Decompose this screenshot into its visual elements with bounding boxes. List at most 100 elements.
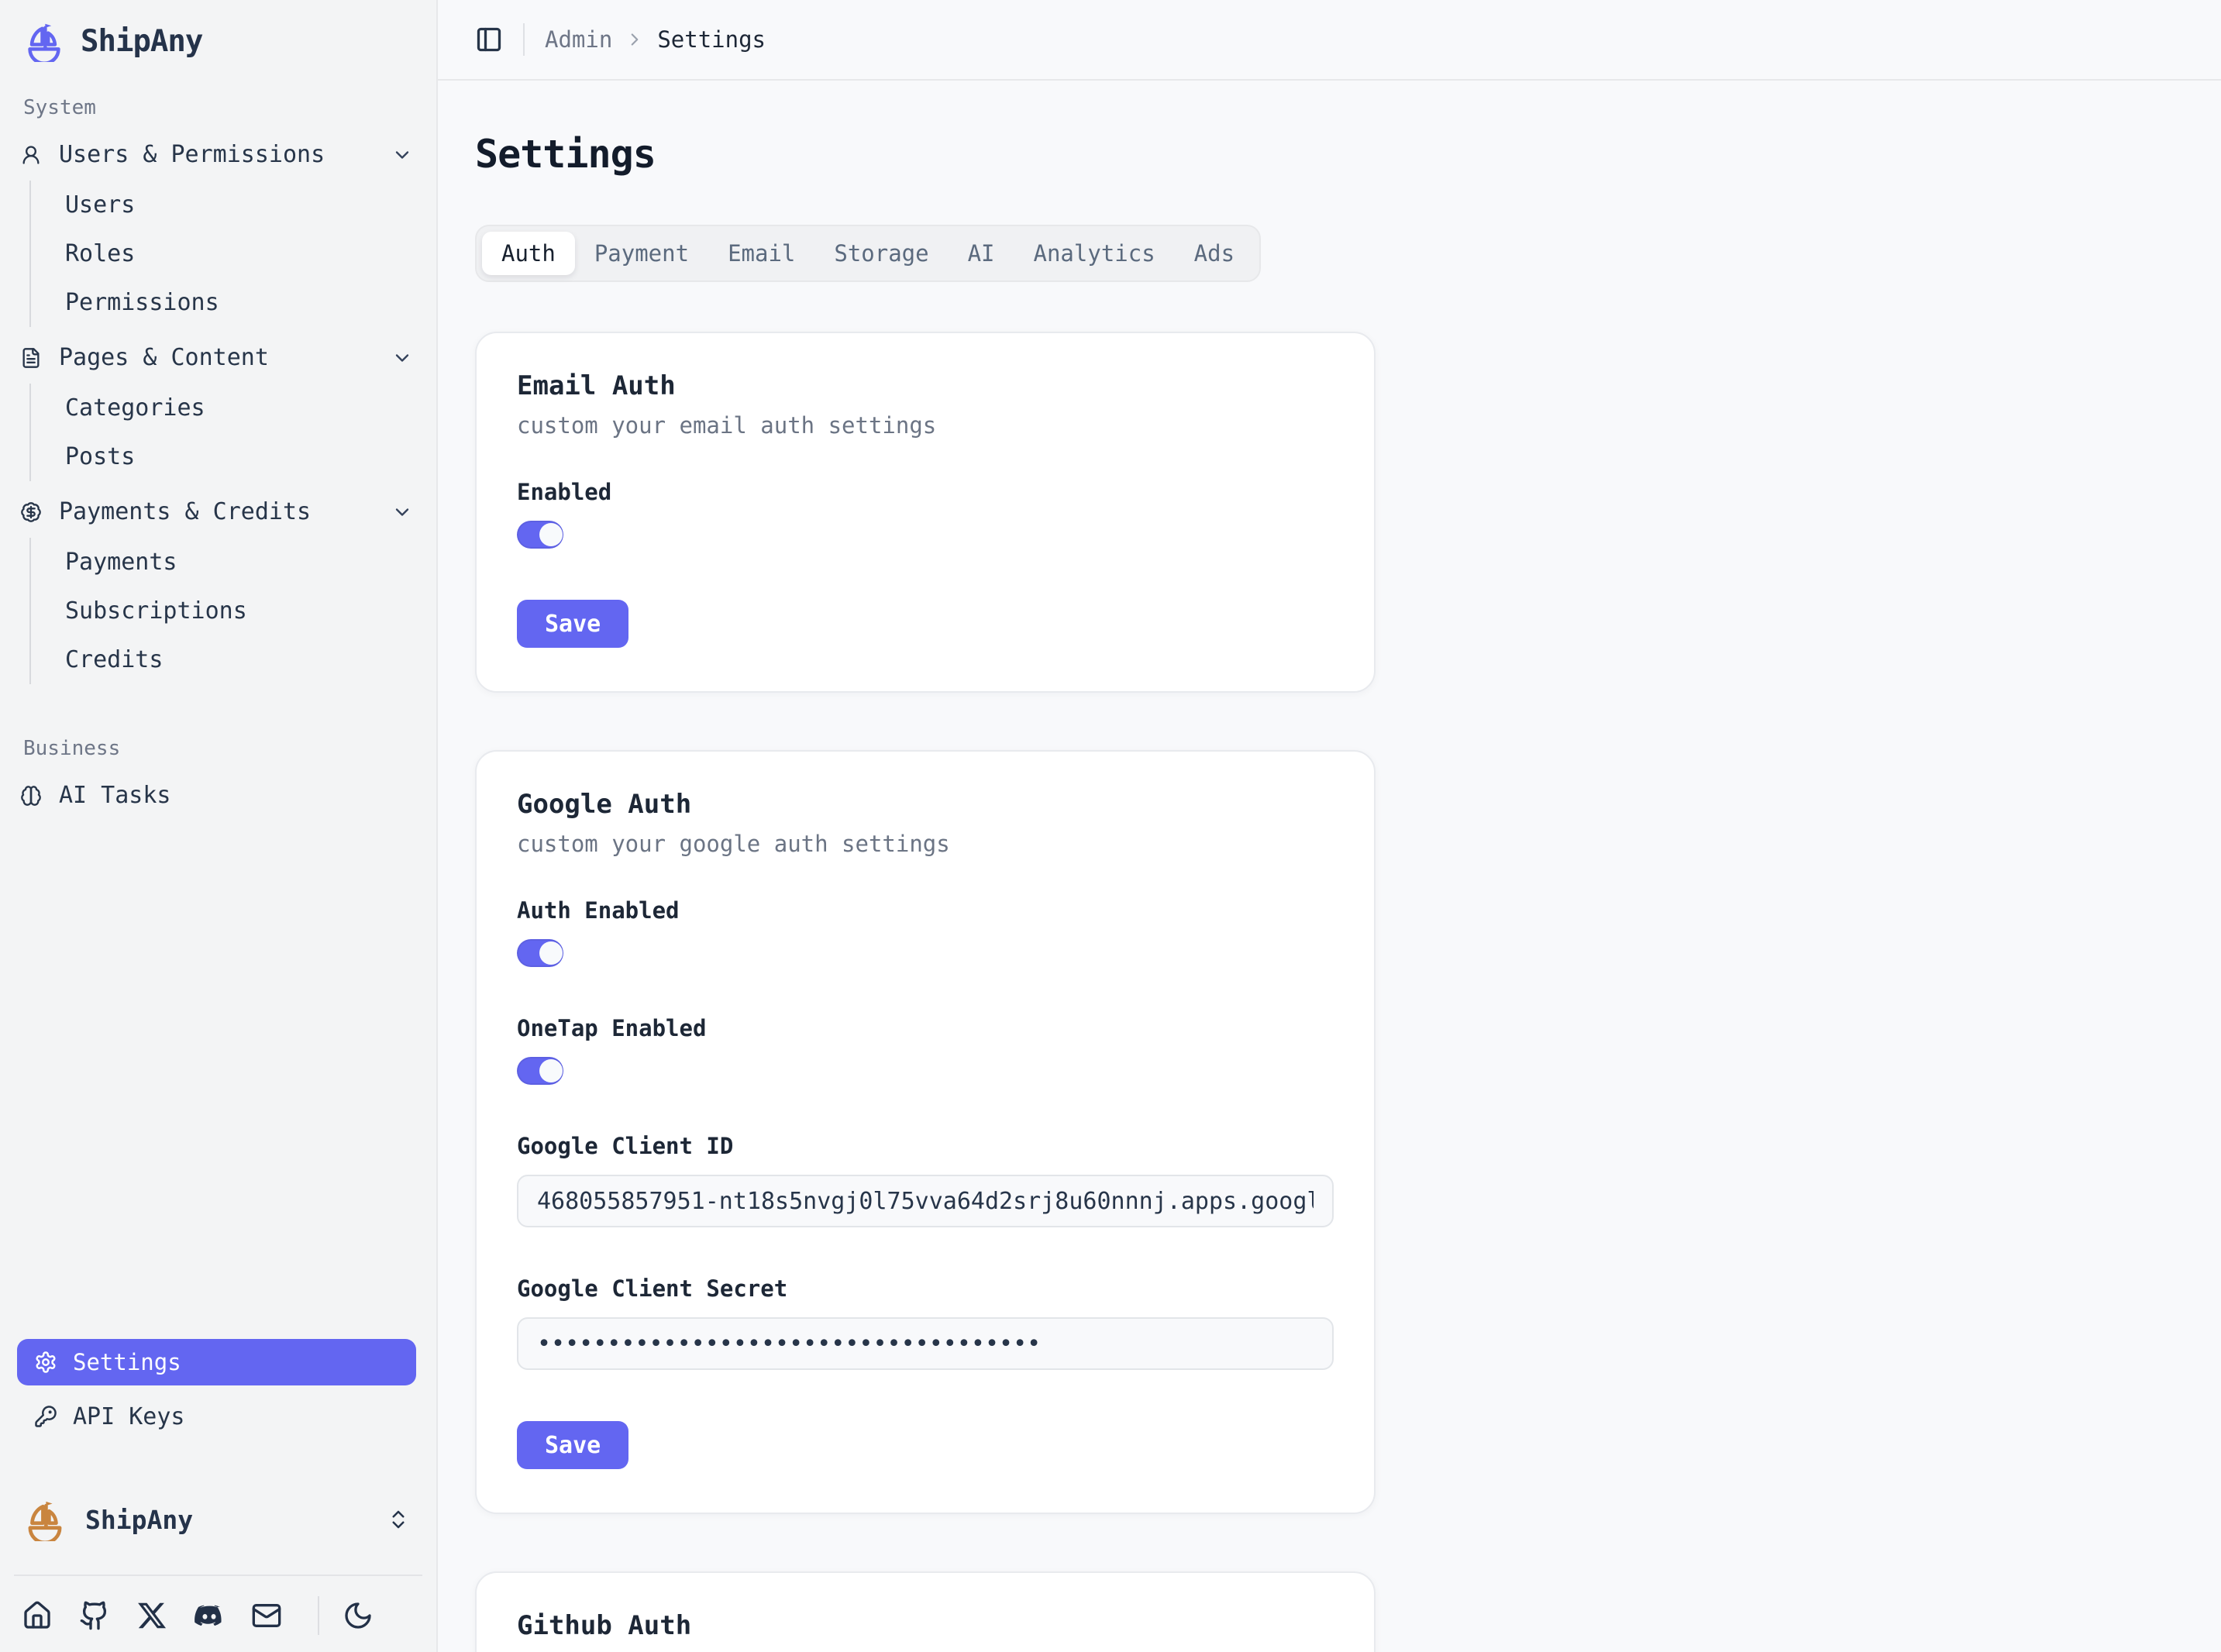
google-onetap-enabled-field: OneTap Enabled <box>517 1015 1334 1085</box>
content: Settings Auth Payment Email Storage AI A… <box>438 81 2221 1652</box>
chevrons-up-down-icon <box>387 1508 410 1531</box>
sidebar-item-label: Settings <box>73 1349 181 1375</box>
google-client-id-field: Google Client ID <box>517 1133 1334 1227</box>
breadcrumb: Admin Settings <box>545 26 766 53</box>
tab-email[interactable]: Email <box>708 232 814 275</box>
chevron-down-icon <box>391 144 413 166</box>
discord-link[interactable] <box>194 1600 225 1631</box>
tab-auth[interactable]: Auth <box>482 232 575 275</box>
google-onetap-toggle[interactable] <box>517 1057 563 1085</box>
footer-divider <box>318 1596 319 1635</box>
home-icon <box>22 1600 53 1631</box>
google-client-secret-field: Google Client Secret <box>517 1275 1334 1370</box>
sidebar-item-credits[interactable]: Credits <box>65 635 416 684</box>
mail-icon <box>251 1600 282 1631</box>
badge-dollar-icon <box>20 501 42 523</box>
sidebar-item-categories[interactable]: Categories <box>65 384 416 432</box>
github-icon <box>79 1600 110 1631</box>
team-sailboat-icon <box>23 1498 67 1541</box>
email-enabled-toggle[interactable] <box>517 521 563 549</box>
moon-icon <box>343 1600 374 1631</box>
sidebar-item-permissions[interactable]: Permissions <box>65 278 416 327</box>
card-title: Github Auth <box>517 1610 1334 1641</box>
toggle-knob <box>539 523 563 546</box>
gear-icon <box>34 1351 57 1374</box>
field-label: Auth Enabled <box>517 897 1334 924</box>
sidebar-group-label: Payments & Credits <box>59 498 311 525</box>
main-area: Admin Settings Settings Auth Payment Ema… <box>438 0 2221 1652</box>
tab-ai[interactable]: AI <box>949 232 1014 275</box>
github-auth-card: Github Auth custom your github auth sett… <box>475 1571 1376 1652</box>
sidebar-group-label: Users & Permissions <box>59 141 325 168</box>
key-icon <box>34 1405 57 1428</box>
subnav-payments-credits: Payments Subscriptions Credits <box>29 538 416 684</box>
card-subtitle: custom your google auth settings <box>517 831 1334 857</box>
sidebar-group-label: Pages & Content <box>59 344 269 371</box>
subnav-pages-content: Categories Posts <box>29 384 416 481</box>
chevron-right-icon <box>625 29 645 50</box>
field-label: Google Client Secret <box>517 1275 1334 1302</box>
sidebar-item-roles[interactable]: Roles <box>65 229 416 278</box>
team-switcher[interactable]: ShipAny <box>17 1485 416 1554</box>
team-name: ShipAny <box>85 1505 193 1535</box>
google-save-button[interactable]: Save <box>517 1421 628 1469</box>
page-title: Settings <box>475 132 2184 177</box>
brand-name: ShipAny <box>81 24 202 59</box>
section-label-business: Business <box>17 737 416 760</box>
email-save-button[interactable]: Save <box>517 600 628 648</box>
sidebar-item-payments[interactable]: Payments <box>65 538 416 587</box>
tab-ads[interactable]: Ads <box>1175 232 1254 275</box>
card-subtitle: custom your email auth settings <box>517 412 1334 439</box>
github-link[interactable] <box>79 1600 110 1631</box>
brand-logo-row[interactable]: ShipAny <box>17 15 416 67</box>
field-label: Google Client ID <box>517 1133 1334 1159</box>
field-label: OneTap Enabled <box>517 1015 1334 1041</box>
brain-icon <box>20 785 42 807</box>
x-twitter-link[interactable] <box>136 1600 167 1631</box>
toggle-knob <box>539 941 563 965</box>
file-text-icon <box>20 347 42 369</box>
sidebar-item-users[interactable]: Users <box>65 181 416 229</box>
x-twitter-icon <box>136 1600 167 1631</box>
google-client-secret-input[interactable] <box>517 1317 1334 1370</box>
email-link[interactable] <box>251 1600 282 1631</box>
google-client-id-input[interactable] <box>517 1175 1334 1227</box>
sidebar-group-payments-credits[interactable]: Payments & Credits <box>17 487 416 536</box>
toggle-knob <box>539 1059 563 1082</box>
breadcrumb-current: Settings <box>657 26 766 53</box>
google-auth-card: Google Auth custom your google auth sett… <box>475 750 1376 1514</box>
topbar: Admin Settings <box>438 0 2221 81</box>
google-auth-enabled-toggle[interactable] <box>517 939 563 967</box>
sidebar-item-api-keys[interactable]: API Keys <box>17 1393 416 1440</box>
sidebar-item-subscriptions[interactable]: Subscriptions <box>65 587 416 635</box>
sidebar-item-label: AI Tasks <box>59 782 171 809</box>
subnav-users-permissions: Users Roles Permissions <box>29 181 416 327</box>
email-enabled-field: Enabled <box>517 479 1334 549</box>
user-icon <box>20 144 42 166</box>
sidebar-item-settings-active[interactable]: Settings <box>17 1339 416 1385</box>
sidebar-toggle-button[interactable] <box>475 26 503 53</box>
sidebar-item-posts[interactable]: Posts <box>65 432 416 481</box>
tab-analytics[interactable]: Analytics <box>1014 232 1175 275</box>
field-label: Enabled <box>517 479 1334 505</box>
email-auth-card: Email Auth custom your email auth settin… <box>475 332 1376 693</box>
sidebar-group-users-permissions[interactable]: Users & Permissions <box>17 130 416 179</box>
card-title: Email Auth <box>517 370 1334 401</box>
chevron-down-icon <box>391 501 413 523</box>
sidebar: ShipAny System Users & Permissions Users… <box>0 0 438 1652</box>
panel-left-icon <box>475 26 503 53</box>
home-link[interactable] <box>22 1600 53 1631</box>
sidebar-item-ai-tasks[interactable]: AI Tasks <box>17 771 416 820</box>
tab-storage[interactable]: Storage <box>814 232 948 275</box>
sidebar-item-label: API Keys <box>73 1403 185 1430</box>
topbar-divider <box>523 23 525 56</box>
breadcrumb-admin[interactable]: Admin <box>545 26 612 53</box>
sailboat-logo-icon <box>23 20 65 62</box>
chevron-down-icon <box>391 347 413 369</box>
tab-payment[interactable]: Payment <box>575 232 708 275</box>
sidebar-group-pages-content[interactable]: Pages & Content <box>17 333 416 382</box>
sidebar-footer <box>17 1576 416 1641</box>
section-label-system: System <box>17 96 416 119</box>
google-auth-enabled-field: Auth Enabled <box>517 897 1334 967</box>
theme-toggle[interactable] <box>343 1600 374 1631</box>
